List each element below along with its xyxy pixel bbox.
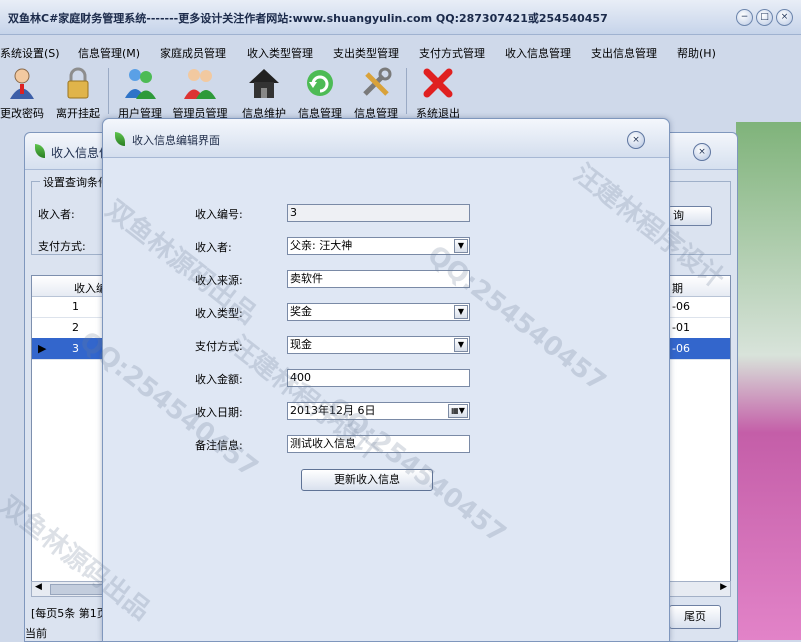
row-marker-icon: ▶ (38, 342, 47, 355)
menu-income-info[interactable]: 收入信息管理 (505, 45, 571, 61)
close-button[interactable]: × (776, 9, 793, 26)
income-edit-dialog: 收入信息编辑界面 × 收入编号: 3 收入者: 父亲: 汪大神 ▼ 收入来源: … (102, 118, 670, 642)
dialog-title: 收入信息编辑界面 (132, 134, 220, 147)
update-income-button[interactable]: 更新收入信息 (301, 469, 433, 491)
scroll-left-icon[interactable]: ◀ (35, 582, 42, 592)
users-icon (125, 69, 156, 99)
info-manage-button-1[interactable]: 信息管理 (292, 62, 348, 120)
income-type-select[interactable]: 奖金 ▼ (287, 303, 470, 321)
remark-label: 备注信息: (195, 439, 243, 452)
menu-family-members[interactable]: 家庭成员管理 (160, 45, 226, 61)
home-icon (249, 69, 279, 98)
cell-date: -06 (672, 300, 690, 313)
amount-field[interactable]: 400 (287, 369, 470, 387)
pay-method-value: 现金 (290, 338, 312, 351)
menu-income-types[interactable]: 收入类型管理 (247, 45, 313, 61)
user-manage-button[interactable]: 用户管理 (112, 62, 168, 120)
pay-method-label: 支付方式: (195, 340, 243, 353)
info-maintain-button[interactable]: 信息维护 (236, 62, 292, 120)
info-manage-button-2[interactable]: 信息管理 (348, 62, 404, 120)
user-key-icon (10, 68, 34, 99)
title-bar: 双鱼林C#家庭财务管理系统-------更多设计关注作者网站:www.shuan… (0, 0, 801, 35)
maximize-button[interactable]: □ (756, 9, 773, 26)
menu-info-manage[interactable]: 信息管理(M) (78, 45, 140, 61)
menu-bar: 系统设置(S) 信息管理(M) 家庭成员管理 收入类型管理 支出类型管理 支付方… (0, 42, 801, 62)
pay-method-select[interactable]: 现金 ▼ (287, 336, 470, 354)
status-text: 当前 (25, 627, 47, 640)
income-type-label: 收入类型: (195, 307, 243, 320)
pager-text: [每页5条 第1页 (31, 607, 108, 620)
earner-select[interactable]: 父亲: 汪大神 ▼ (287, 237, 470, 255)
source-field[interactable]: 卖软件 (287, 270, 470, 288)
leave-suspend-button[interactable]: 离开挂起 (50, 62, 106, 120)
remark-field[interactable]: 测试收入信息 (287, 435, 470, 453)
leaf-icon (35, 144, 45, 158)
menu-expense-info[interactable]: 支出信息管理 (591, 45, 657, 61)
close-icon[interactable]: × (693, 143, 711, 161)
pay-method-filter-label: 支付方式: (38, 240, 86, 253)
system-exit-button[interactable]: 系统退出 (410, 62, 466, 120)
cell-id: 1 (72, 300, 79, 313)
chevron-down-icon[interactable]: ▼ (454, 239, 468, 253)
refresh-arrow-icon (307, 70, 333, 96)
income-type-value: 奖金 (290, 305, 312, 318)
calendar-dropdown-icon[interactable]: ▦▼ (448, 404, 468, 418)
admin-manage-button[interactable]: 管理员管理 (172, 62, 228, 120)
income-no-label: 收入编号: (195, 208, 243, 221)
admins-icon (184, 69, 216, 99)
menu-expense-types[interactable]: 支出类型管理 (333, 45, 399, 61)
date-label: 收入日期: (195, 406, 243, 419)
query-button[interactable]: 询 (668, 206, 712, 226)
dialog-header: 收入信息编辑界面 × (103, 119, 669, 158)
earner-filter-label: 收入者: (38, 208, 75, 221)
change-password-button[interactable]: 更改密码 (0, 62, 50, 120)
menu-payment-methods[interactable]: 支付方式管理 (419, 45, 485, 61)
cell-id: 2 (72, 321, 79, 334)
toolbar: 更改密码 离开挂起 用户管理 管理员管理 信息维护 信息管理 信息管理 系统退出 (0, 62, 801, 122)
background-image (736, 122, 801, 640)
leaf-icon (115, 132, 125, 146)
minimize-button[interactable]: − (736, 9, 753, 26)
scroll-right-icon[interactable]: ▶ (720, 582, 727, 592)
app-title: 双鱼林C#家庭财务管理系统-------更多设计关注作者网站:www.shuan… (8, 12, 608, 25)
income-no-field[interactable]: 3 (287, 204, 470, 222)
last-page-button[interactable]: 尾页 (669, 605, 721, 629)
leave-suspend-label: 离开挂起 (56, 107, 100, 120)
earner-label: 收入者: (195, 241, 232, 254)
cell-date: -06 (672, 342, 690, 355)
date-picker[interactable]: 2013年12月 6日 ▦▼ (287, 402, 470, 420)
cell-date: -01 (672, 321, 690, 334)
padlock-icon (67, 67, 89, 99)
source-label: 收入来源: (195, 274, 243, 287)
amount-label: 收入金额: (195, 373, 243, 386)
earner-value: 父亲: 汪大神 (290, 239, 353, 252)
menu-help[interactable]: 帮助(H) (677, 45, 716, 61)
chevron-down-icon[interactable]: ▼ (454, 338, 468, 352)
tools-icon (363, 67, 392, 96)
menu-system-settings[interactable]: 系统设置(S) (0, 45, 60, 61)
exit-x-icon (423, 68, 453, 98)
date-value: 2013年12月 6日 (290, 404, 376, 417)
chevron-down-icon[interactable]: ▼ (454, 305, 468, 319)
cell-id: 3 (72, 342, 79, 355)
dialog-close-icon[interactable]: × (627, 131, 645, 149)
column-header-date[interactable]: 期 (672, 280, 683, 296)
